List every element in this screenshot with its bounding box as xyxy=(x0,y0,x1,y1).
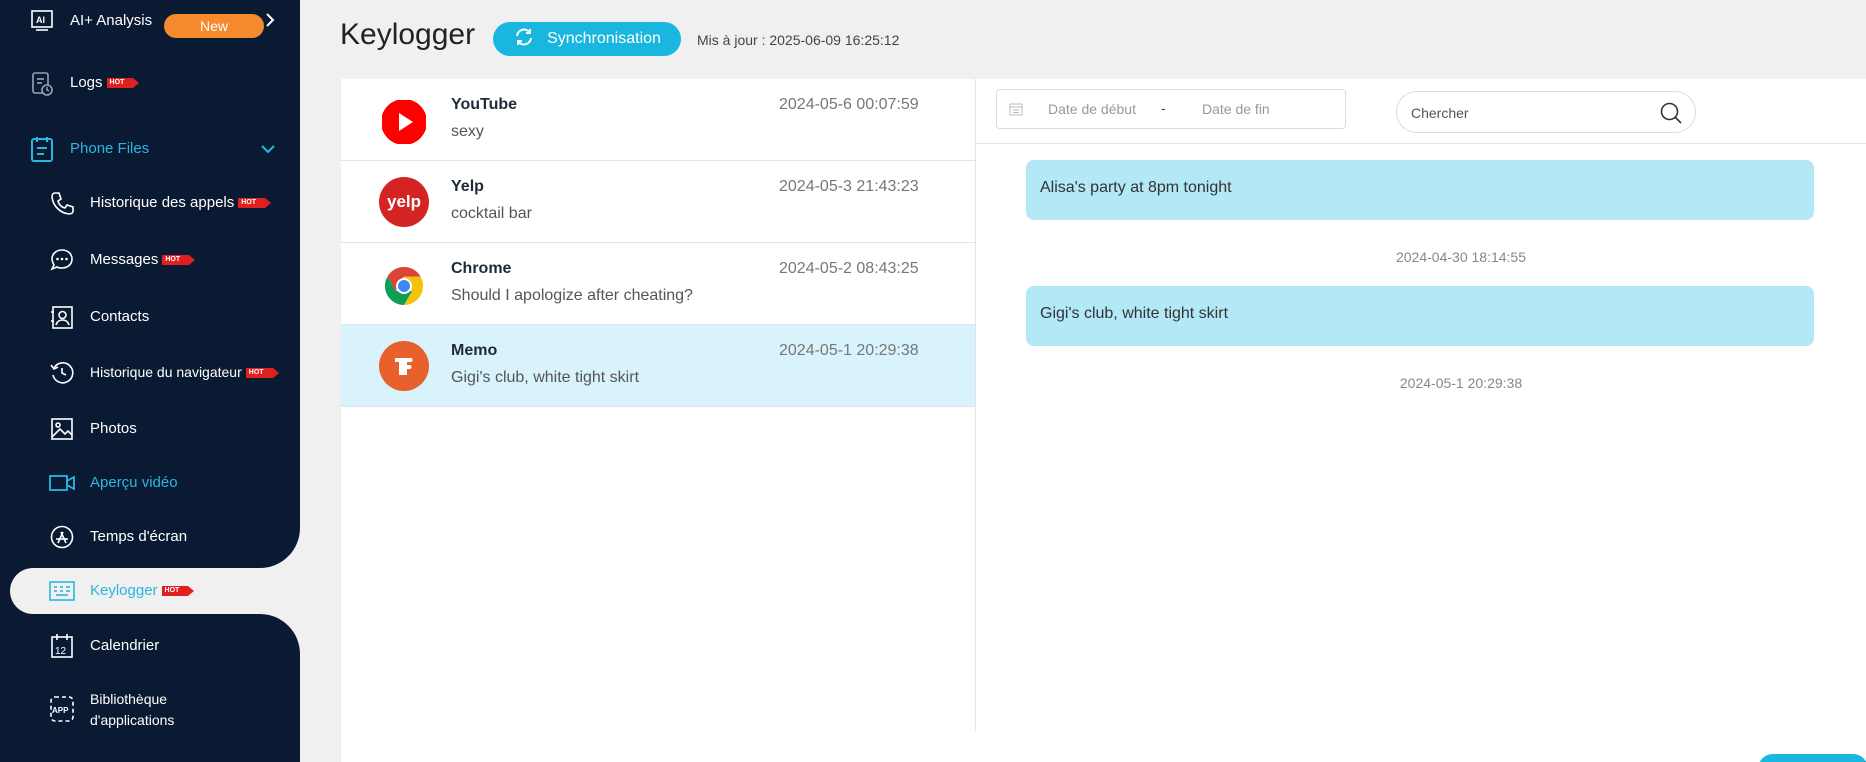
date-start-input[interactable]: Date de début xyxy=(1048,101,1136,117)
phone-icon xyxy=(48,189,76,217)
list-item[interactable]: YouTube sexy 2024-05-6 00:07:59 xyxy=(341,79,975,161)
video-icon xyxy=(48,469,76,497)
message-bubble: Alisa's party at 8pm tonight xyxy=(1026,160,1814,220)
app-name: YouTube xyxy=(451,96,518,113)
sidebar-item-contacts[interactable]: Contacts xyxy=(0,302,300,332)
app-name: Yelp xyxy=(451,178,484,195)
search-input[interactable] xyxy=(1411,102,1651,124)
sidebar-item-label: Calendrier xyxy=(90,637,160,654)
app-name: Chrome xyxy=(451,260,512,277)
history-icon xyxy=(48,359,76,387)
timestamp: 2024-05-6 00:07:59 xyxy=(779,96,919,113)
app-library-icon: APP xyxy=(48,695,76,723)
floating-action-button[interactable] xyxy=(1758,754,1866,762)
message-timestamp: 2024-05-1 20:29:38 xyxy=(1399,375,1523,391)
sidebar-item-video-preview[interactable]: Aperçu vidéo xyxy=(0,468,300,498)
timestamp: 2024-05-2 08:43:25 xyxy=(779,260,919,277)
calendar-icon xyxy=(1009,102,1023,119)
divider xyxy=(976,143,1866,144)
last-updated: Mis à jour : 2025-06-09 16:25:12 xyxy=(697,32,900,48)
sidebar-item-label: Contacts xyxy=(90,308,150,325)
sidebar-item-label-line2: d'applications xyxy=(90,712,175,728)
search-box xyxy=(1396,91,1696,133)
chevron-down-icon xyxy=(254,135,282,163)
keyboard-icon xyxy=(48,577,76,605)
hot-badge: HOT xyxy=(161,586,195,597)
hot-badge: HOT xyxy=(245,368,279,379)
typed-text: Gigi's club, white tight skirt xyxy=(451,369,640,386)
yelp-icon: yelp xyxy=(379,177,429,227)
sidebar-item-label: Logs xyxy=(70,74,103,91)
sidebar-item-label: Photos xyxy=(90,420,137,437)
sidebar-item-photos[interactable]: Photos xyxy=(0,414,300,444)
sidebar-item-calendar[interactable]: 12 Calendrier xyxy=(0,631,300,661)
svg-text:12: 12 xyxy=(55,646,67,657)
contacts-icon xyxy=(48,303,76,331)
app-name: Memo xyxy=(451,342,498,359)
typed-text: cocktail bar xyxy=(451,205,532,222)
sync-icon xyxy=(513,27,535,52)
typed-text: sexy xyxy=(451,123,484,140)
sidebar-item-messages[interactable]: Messages HOT xyxy=(0,245,300,275)
sidebar: AI AI+ Analysis New Logs HOT Phone Files … xyxy=(0,0,310,762)
memo-icon xyxy=(379,341,429,391)
sidebar-item-screen-time[interactable]: Temps d'écran xyxy=(0,522,300,552)
new-badge: New xyxy=(164,14,264,38)
sidebar-item-label: Temps d'écran xyxy=(90,528,188,545)
chevron-right-icon xyxy=(256,6,284,34)
hot-badge: HOT xyxy=(106,78,140,89)
sidebar-item-label: Keylogger xyxy=(90,582,158,599)
date-separator: - xyxy=(1161,100,1166,116)
message-icon xyxy=(48,246,76,274)
message-bubble: Gigi's club, white tight skirt xyxy=(1026,286,1814,346)
app-store-icon xyxy=(48,523,76,551)
message-timestamp: 2024-04-30 18:14:55 xyxy=(1396,249,1526,265)
calendar-icon: 12 xyxy=(48,632,76,660)
hot-badge: HOT xyxy=(238,198,271,209)
list-item[interactable]: yelp Yelp cocktail bar 2024-05-3 21:43:2… xyxy=(341,161,975,243)
list-item-selected[interactable]: Memo Gigi's club, white tight skirt 2024… xyxy=(341,325,975,407)
list-item[interactable]: Chrome Should I apologize after cheating… xyxy=(341,243,975,325)
sidebar-item-label: Phone Files xyxy=(70,140,150,157)
timestamp: 2024-05-1 20:29:38 xyxy=(779,342,919,359)
sidebar-item-label: AI+ Analysis xyxy=(70,12,153,29)
svg-text:AI: AI xyxy=(36,15,45,25)
image-icon xyxy=(48,415,76,443)
sidebar-item-label: Historique des appels xyxy=(90,194,235,211)
hot-badge: HOT xyxy=(162,255,195,266)
logs-icon xyxy=(28,70,56,98)
sidebar-item-label: Historique du navigateur xyxy=(90,364,242,380)
chrome-icon xyxy=(381,263,427,309)
sidebar-item-logs[interactable]: Logs HOT xyxy=(0,68,300,98)
ai-icon: AI xyxy=(28,6,56,34)
sync-button[interactable]: Synchronisation xyxy=(493,22,681,56)
page-title: Keylogger xyxy=(340,18,476,51)
sidebar-item-keylogger[interactable]: Keylogger HOT xyxy=(0,576,300,606)
sidebar-item-label: Messages xyxy=(90,251,159,268)
search-icon[interactable] xyxy=(1659,101,1683,130)
keylogger-panel: YouTube sexy 2024-05-6 00:07:59 yelp Yel… xyxy=(341,79,1866,762)
sidebar-item-ai-analysis[interactable]: AI AI+ Analysis New xyxy=(0,6,300,38)
sidebar-item-call-history[interactable]: Historique des appels HOT xyxy=(0,188,300,218)
sidebar-item-label: Aperçu vidéo xyxy=(90,474,178,491)
sidebar-item-label: Bibliothèque xyxy=(90,691,168,707)
typed-text: Should I apologize after cheating? xyxy=(451,287,693,304)
sidebar-item-app-library[interactable]: APP Bibliothèque d'applications xyxy=(0,686,300,732)
sidebar-item-phone-files[interactable]: Phone Files xyxy=(0,134,300,164)
sidebar-item-browser-history[interactable]: Historique du navigateur HOT xyxy=(0,358,300,388)
timestamp: 2024-05-3 21:43:23 xyxy=(779,178,919,195)
sync-label: Synchronisation xyxy=(547,30,661,47)
phone-files-icon xyxy=(28,135,56,163)
date-end-input[interactable]: Date de fin xyxy=(1202,101,1270,117)
youtube-icon xyxy=(381,99,427,145)
svg-text:APP: APP xyxy=(52,706,69,715)
date-range-picker[interactable]: Date de début - Date de fin xyxy=(996,89,1346,129)
keylog-list: YouTube sexy 2024-05-6 00:07:59 yelp Yel… xyxy=(341,79,976,731)
keylog-detail: Date de début - Date de fin Alisa's part… xyxy=(976,79,1866,731)
